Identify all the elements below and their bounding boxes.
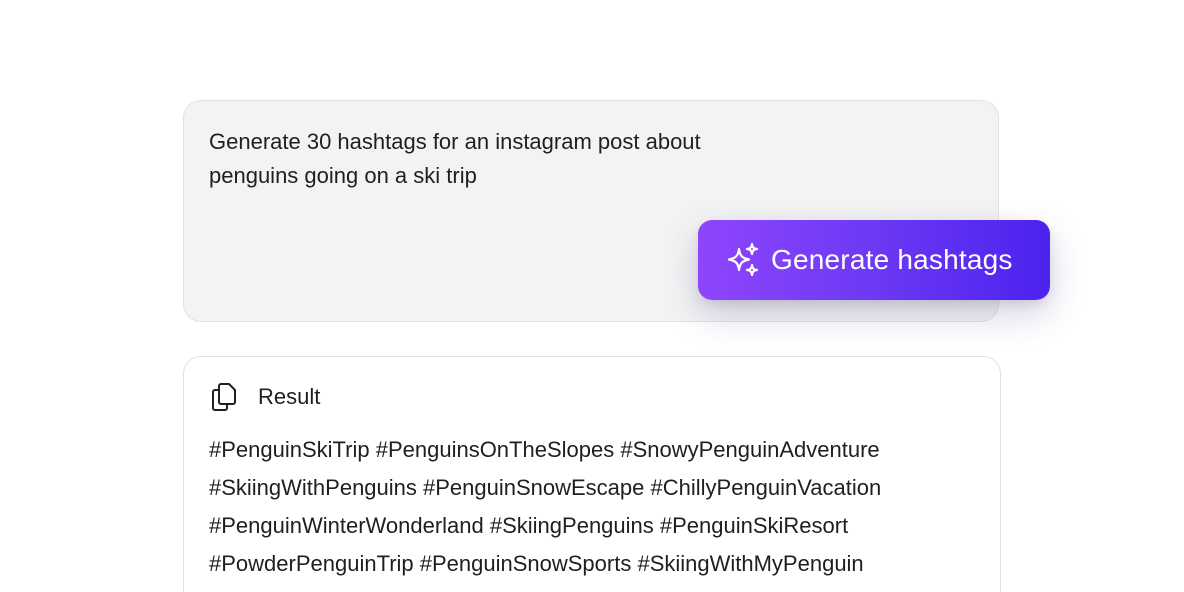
prompt-text[interactable]: Generate 30 hashtags for an instagram po…	[209, 125, 809, 193]
copy-icon[interactable]	[210, 382, 238, 412]
generate-hashtags-label: Generate hashtags	[771, 244, 1013, 275]
result-header: Result	[210, 382, 320, 412]
result-hashtags: #PenguinSkiTrip #PenguinsOnTheSlopes #Sn…	[209, 437, 882, 576]
hashtag-generator: Generate 30 hashtags for an instagram po…	[0, 0, 1184, 592]
generate-hashtags-button[interactable]: Generate hashtags	[698, 220, 1050, 300]
result-panel: Result #PenguinSkiTrip #PenguinsOnTheSlo…	[183, 356, 1001, 592]
sparkles-icon	[725, 242, 761, 278]
result-title: Result	[258, 384, 321, 409]
